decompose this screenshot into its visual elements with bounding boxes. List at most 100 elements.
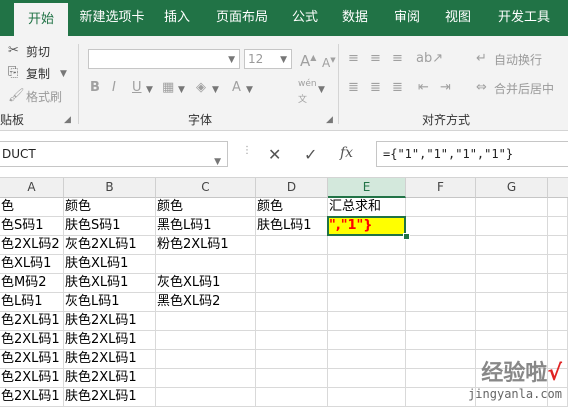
merge-center-button[interactable]: 合并后居中 <box>494 80 554 97</box>
italic-icon[interactable]: I <box>112 80 116 96</box>
table-cell[interactable]: 黑色L码1 <box>156 217 256 236</box>
table-cell[interactable] <box>256 255 328 274</box>
table-cell[interactable] <box>256 236 328 255</box>
table-cell[interactable] <box>156 350 256 369</box>
table-cell[interactable] <box>256 274 328 293</box>
table-cell[interactable] <box>328 350 406 369</box>
wrap-text-button[interactable]: 自动换行 <box>494 51 542 68</box>
table-cell[interactable] <box>328 388 406 407</box>
table-cell[interactable] <box>328 236 406 255</box>
tab-page-layout[interactable]: 页面布局 <box>210 0 274 36</box>
table-cell[interactable] <box>256 350 328 369</box>
table-cell[interactable] <box>256 312 328 331</box>
table-cell[interactable]: 颜色 <box>64 198 156 217</box>
phonetic-dropdown-icon[interactable]: ▼ <box>318 85 325 95</box>
tab-home[interactable]: 开始 <box>14 3 68 36</box>
cancel-icon[interactable]: ✕ <box>268 145 281 164</box>
bold-icon[interactable]: B <box>90 80 100 96</box>
table-cell[interactable]: 色2XL码1 <box>0 369 64 388</box>
column-header-e[interactable]: E <box>328 178 406 198</box>
table-cell[interactable]: 灰色2XL码1 <box>64 236 156 255</box>
align-bottom-icon[interactable]: ≡ <box>392 51 403 67</box>
empty-cell[interactable] <box>548 236 568 255</box>
table-cell[interactable]: 色2XL码1 <box>0 331 64 350</box>
table-cell[interactable]: 肤色S码1 <box>64 217 156 236</box>
table-cell[interactable] <box>328 331 406 350</box>
empty-cell[interactable] <box>476 198 548 217</box>
clipboard-launcher-icon[interactable]: ◢ <box>64 115 71 125</box>
table-cell[interactable] <box>328 274 406 293</box>
empty-cell[interactable] <box>476 255 548 274</box>
grow-font-icon[interactable]: A▲ <box>300 50 316 69</box>
table-cell[interactable]: 颜色 <box>156 198 256 217</box>
table-cell[interactable]: 肤色2XL码1 <box>64 350 156 369</box>
empty-cell[interactable] <box>548 198 568 217</box>
table-cell[interactable] <box>256 369 328 388</box>
table-cell[interactable] <box>328 312 406 331</box>
table-cell[interactable]: 肤色XL码1 <box>64 255 156 274</box>
empty-cell[interactable] <box>406 198 476 217</box>
more-options-icon[interactable]: ⋮ <box>242 145 252 156</box>
table-cell[interactable]: 色 <box>0 198 64 217</box>
tab-new-tab[interactable]: 新建选项卡 <box>76 0 148 36</box>
enter-icon[interactable]: ✓ <box>304 145 317 164</box>
table-cell[interactable]: 肤色2XL码1 <box>64 312 156 331</box>
shrink-font-icon[interactable]: A▼ <box>322 52 336 71</box>
empty-cell[interactable] <box>548 312 568 331</box>
table-cell[interactable] <box>328 255 406 274</box>
table-cell[interactable] <box>156 388 256 407</box>
table-cell[interactable]: 颜色 <box>256 198 328 217</box>
border-icon[interactable]: ▦ <box>162 80 174 96</box>
tab-formulas[interactable]: 公式 <box>284 0 326 36</box>
empty-cell[interactable] <box>476 293 548 312</box>
font-launcher-icon[interactable]: ◢ <box>326 115 333 125</box>
selected-cell[interactable]: ","1"} <box>328 217 406 236</box>
font-size-box[interactable]: 12 ▼ <box>244 49 292 69</box>
table-cell[interactable]: 色2XL码2 <box>0 236 64 255</box>
table-cell[interactable]: 色2XL码1 <box>0 350 64 369</box>
phonetic-icon[interactable]: wén 文 <box>298 76 317 108</box>
tab-developer[interactable]: 开发工具 <box>488 0 560 36</box>
empty-cell[interactable] <box>548 217 568 236</box>
table-cell[interactable]: 色S码1 <box>0 217 64 236</box>
align-right-icon[interactable]: ≣ <box>392 80 403 96</box>
font-color-icon[interactable]: A <box>232 80 241 96</box>
empty-cell[interactable] <box>476 274 548 293</box>
table-cell[interactable]: 粉色2XL码1 <box>156 236 256 255</box>
empty-cell[interactable] <box>476 312 548 331</box>
table-cell[interactable] <box>328 369 406 388</box>
orientation-icon[interactable]: ab↗ <box>416 51 443 67</box>
empty-cell[interactable] <box>406 255 476 274</box>
tab-data[interactable]: 数据 <box>334 0 376 36</box>
empty-cell[interactable] <box>406 388 476 407</box>
column-header-c[interactable]: C <box>156 178 256 198</box>
name-box-dropdown-icon[interactable]: ▼ <box>214 150 221 174</box>
empty-cell[interactable] <box>406 274 476 293</box>
empty-cell[interactable] <box>476 331 548 350</box>
table-cell[interactable] <box>156 331 256 350</box>
empty-cell[interactable] <box>476 236 548 255</box>
table-cell[interactable]: 肤色2XL码1 <box>64 369 156 388</box>
column-header-f[interactable]: F <box>406 178 476 198</box>
tab-view[interactable]: 视图 <box>437 0 479 36</box>
empty-cell[interactable] <box>406 369 476 388</box>
table-cell[interactable]: 色L码1 <box>0 293 64 312</box>
column-header-g[interactable]: G <box>476 178 548 198</box>
empty-cell[interactable] <box>406 217 476 236</box>
insert-function-icon[interactable]: fx <box>340 145 353 161</box>
column-header-b[interactable]: B <box>64 178 156 198</box>
table-cell[interactable] <box>156 369 256 388</box>
empty-cell[interactable] <box>548 331 568 350</box>
table-cell[interactable]: 肤色L码1 <box>256 217 328 236</box>
font-color-dropdown-icon[interactable]: ▼ <box>246 85 253 95</box>
fill-color-icon[interactable]: ◈ <box>196 80 206 96</box>
table-cell[interactable] <box>156 312 256 331</box>
table-cell[interactable]: 灰色L码1 <box>64 293 156 312</box>
border-dropdown-icon[interactable]: ▼ <box>178 85 185 95</box>
table-cell[interactable] <box>256 388 328 407</box>
copy-button[interactable]: 复制 <box>26 65 50 82</box>
underline-icon[interactable]: U <box>132 80 142 96</box>
font-name-box[interactable]: ▼ <box>88 49 240 69</box>
cut-button[interactable]: 剪切 <box>26 43 50 60</box>
table-cell[interactable]: 黑色XL码2 <box>156 293 256 312</box>
